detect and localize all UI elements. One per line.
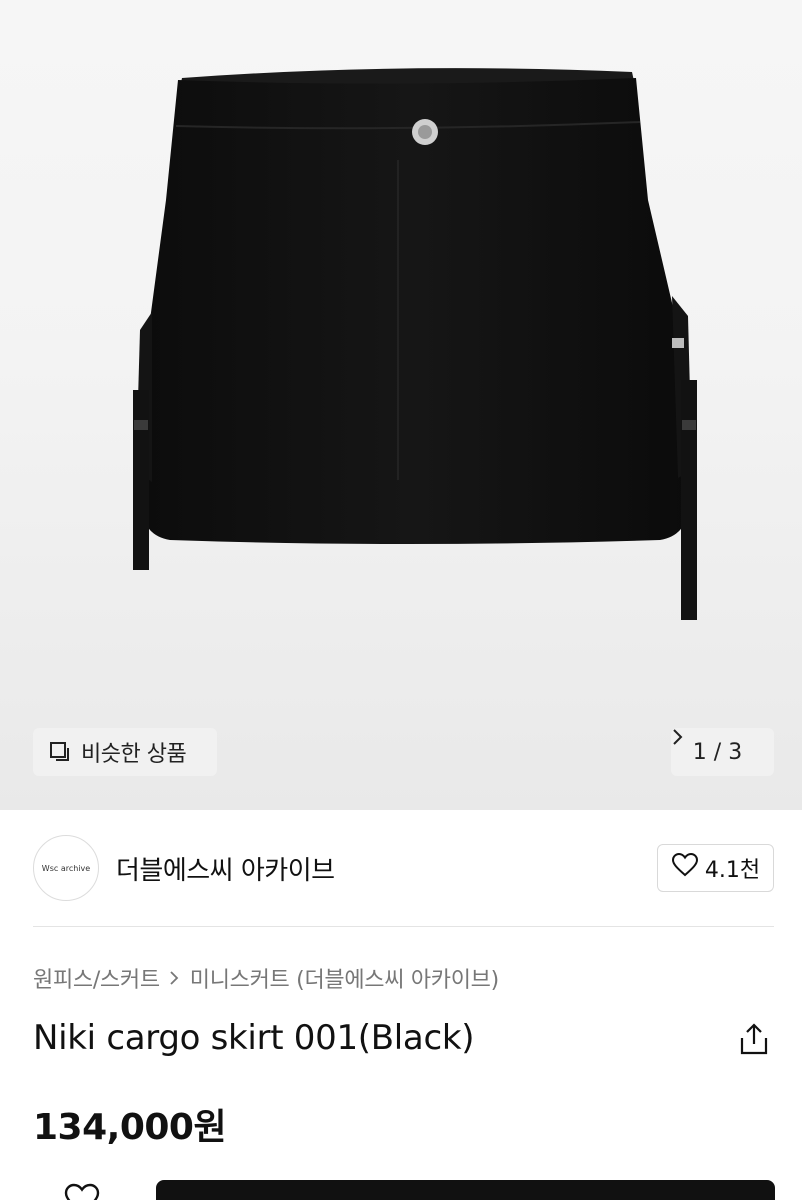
shop-avatar-text: Wsc archive — [41, 863, 91, 873]
similar-products-label: 비슷한 상품 — [81, 742, 187, 767]
share-icon[interactable] — [738, 1022, 770, 1056]
shop-name[interactable]: 더블에스씨 아카이브 — [116, 850, 335, 887]
breadcrumb-category[interactable]: 원피스/스커트 — [33, 962, 160, 994]
breadcrumb-subcategory[interactable]: 미니스커트 (더블에스씨 아카이브) — [190, 962, 499, 994]
product-image-carousel[interactable]: 비슷한 상품 1 / 3 — [0, 0, 802, 810]
wishlist-heart-icon[interactable] — [60, 1182, 104, 1200]
image-pager-count: 1 / 3 — [692, 739, 743, 765]
like-count: 4.1천 — [704, 858, 761, 883]
breadcrumb: 원피스/스커트 미니스커트 (더블에스씨 아카이브) — [33, 962, 499, 994]
image-pager-button[interactable]: 1 / 3 — [671, 728, 774, 776]
product-photo — [133, 68, 697, 620]
shop-row: Wsc archive 더블에스씨 아카이브 4.1천 — [0, 810, 802, 926]
similar-products-button[interactable]: 비슷한 상품 — [33, 728, 217, 776]
purchase-button[interactable] — [156, 1180, 775, 1200]
shop-avatar[interactable]: Wsc archive — [33, 835, 99, 901]
follow-shop-button[interactable]: 4.1천 — [657, 844, 774, 892]
product-title: Niki cargo skirt 001(Black) — [33, 1018, 475, 1058]
chevron-right-icon — [168, 968, 182, 988]
similar-products-icon — [49, 741, 71, 763]
heart-icon — [671, 852, 699, 884]
product-price: 134,000원 — [33, 1107, 227, 1148]
divider — [33, 926, 774, 927]
